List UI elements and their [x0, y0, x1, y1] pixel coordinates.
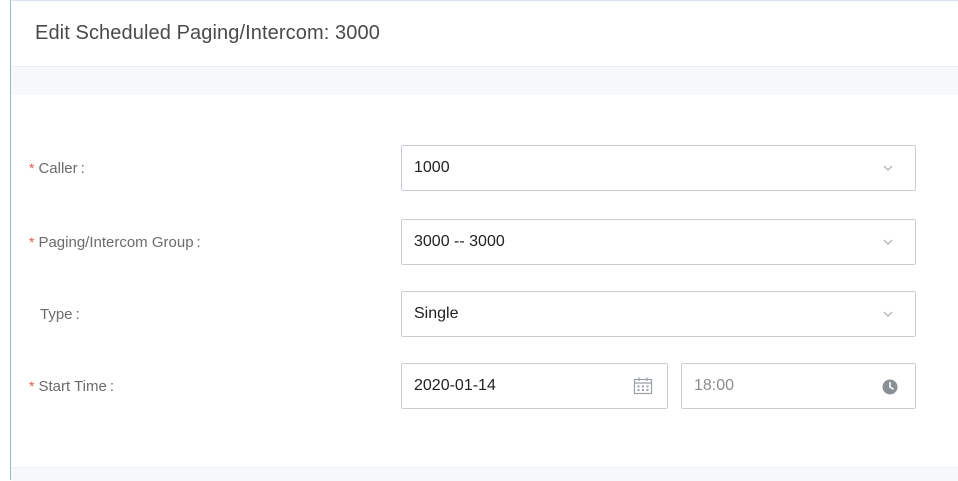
- required-asterisk: *: [29, 160, 35, 176]
- type-row: Type : Single: [11, 291, 958, 337]
- label-colon: :: [75, 305, 80, 323]
- chevron-down-icon: [883, 236, 893, 248]
- start-time-label: * Start Time :: [29, 363, 114, 409]
- scheduled-paging-form: * Caller : 1000 * Paging/Intercom Group …: [11, 95, 958, 465]
- edit-scheduled-paging-dialog: Edit Scheduled Paging/Intercom: 3000 * C…: [10, 0, 958, 481]
- paging-group-label-text: Paging/Intercom Group: [38, 233, 194, 251]
- required-asterisk: *: [29, 378, 35, 394]
- type-label: Type :: [29, 291, 80, 337]
- paging-group-label: * Paging/Intercom Group :: [29, 219, 201, 265]
- start-time-row: * Start Time : 2020-01-14 18:00: [11, 363, 958, 409]
- caller-label: * Caller :: [29, 145, 85, 191]
- dialog-header: Edit Scheduled Paging/Intercom: 3000: [11, 1, 958, 67]
- caller-value: 1000: [414, 159, 450, 176]
- dialog-title: Edit Scheduled Paging/Intercom: 3000: [35, 22, 380, 44]
- type-label-text: Type: [40, 305, 73, 323]
- calendar-icon[interactable]: [633, 377, 653, 395]
- required-asterisk: *: [29, 234, 35, 250]
- start-time-value: 18:00: [694, 377, 735, 394]
- type-select[interactable]: Single: [401, 291, 916, 337]
- paging-group-row: * Paging/Intercom Group : 3000 -- 3000: [11, 219, 958, 265]
- start-date-value: 2020-01-14: [414, 377, 496, 394]
- clock-icon[interactable]: [881, 378, 899, 396]
- caller-row: * Caller : 1000: [11, 145, 958, 191]
- start-time-input[interactable]: 18:00: [681, 363, 916, 409]
- chevron-down-icon: [883, 162, 893, 174]
- start-date-input[interactable]: 2020-01-14: [401, 363, 668, 409]
- label-colon: :: [80, 159, 85, 177]
- chevron-down-icon: [883, 308, 893, 320]
- footer-band: [11, 467, 958, 481]
- paging-group-value: 3000 -- 3000: [414, 233, 505, 250]
- type-value: Single: [414, 305, 459, 322]
- paging-group-select[interactable]: 3000 -- 3000: [401, 219, 916, 265]
- caller-select[interactable]: 1000: [401, 145, 916, 191]
- caller-label-text: Caller: [38, 159, 78, 177]
- label-colon: :: [109, 377, 114, 395]
- start-time-label-text: Start Time: [38, 377, 107, 395]
- header-band: [11, 67, 958, 95]
- label-colon: :: [196, 233, 201, 251]
